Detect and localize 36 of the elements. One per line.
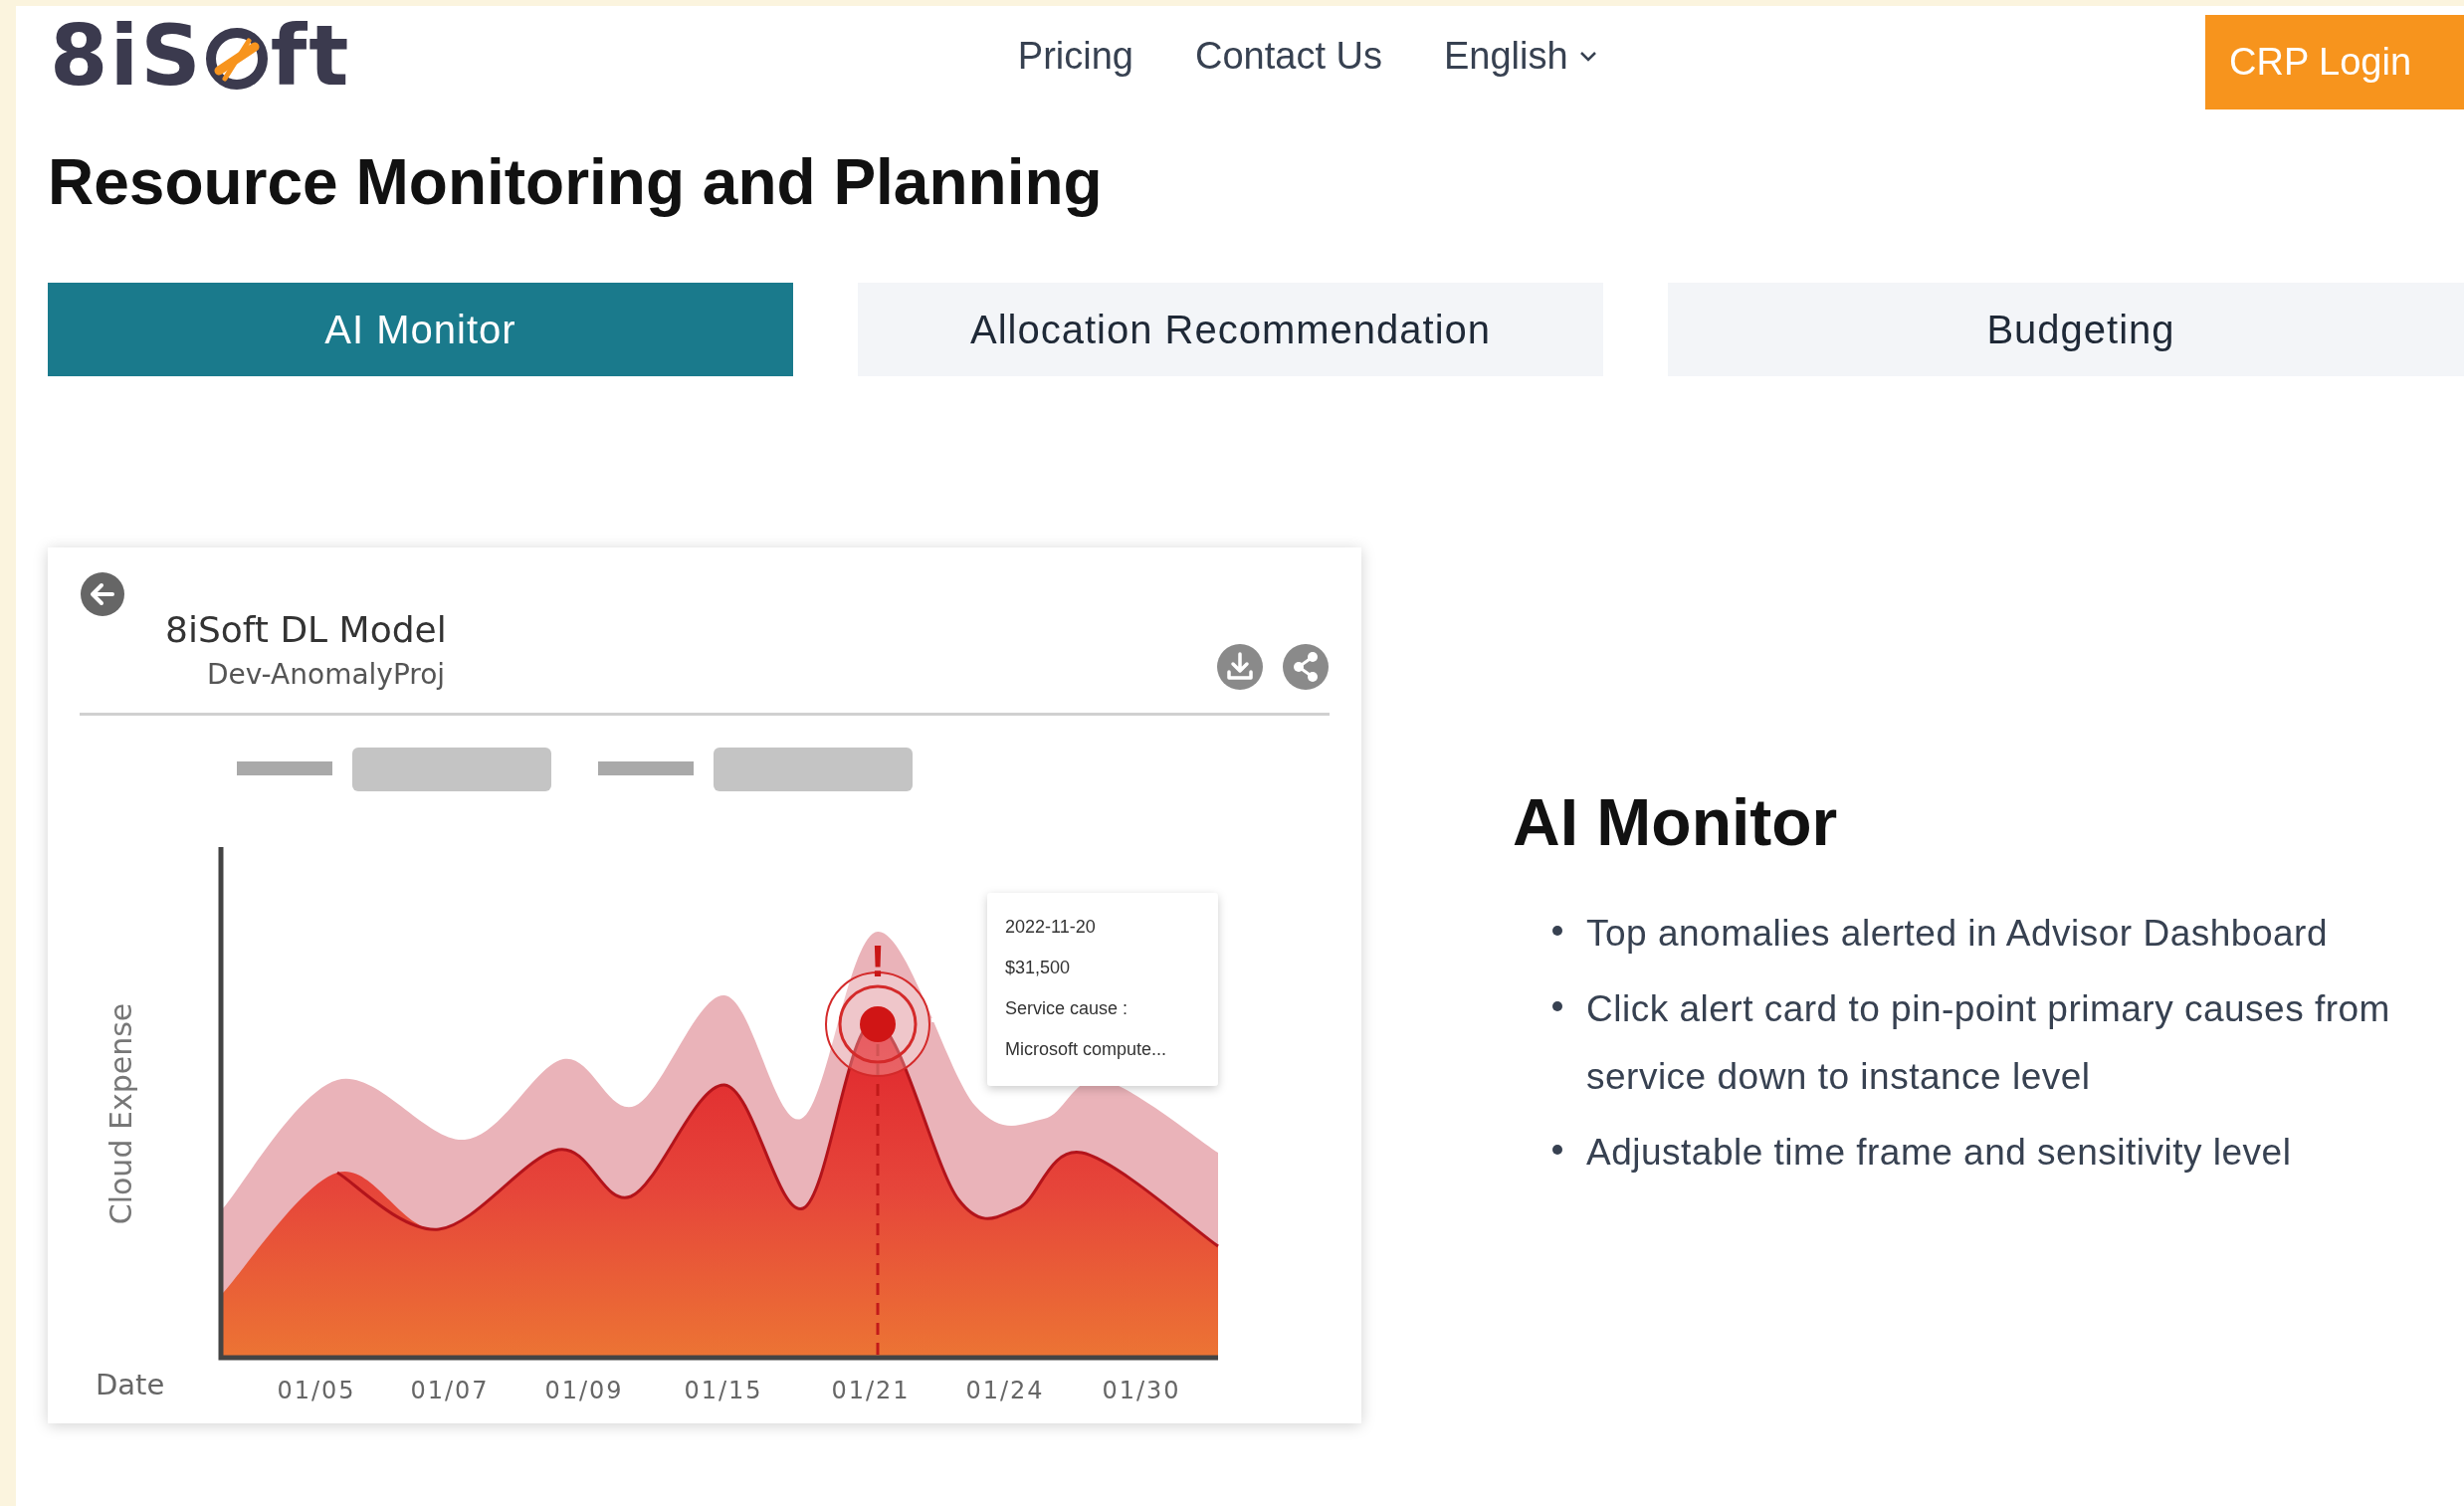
tooltip-text: Service cause : bbox=[1005, 998, 1129, 1018]
tab[interactable]: AI Monitor bbox=[48, 283, 793, 376]
y-axis-label: Cloud Expense bbox=[103, 1002, 138, 1225]
tab[interactable]: Budgeting bbox=[1668, 283, 2464, 376]
feature-point: Top anomalies alerted in Advisor Dashboard bbox=[1586, 912, 2328, 956]
x-axis-tick-label: 01/05 bbox=[277, 1377, 356, 1404]
nav-link[interactable]: Pricing bbox=[1017, 34, 1133, 78]
tooltip-text: $31,500 bbox=[1005, 958, 1071, 977]
feature-point: Adjustable time frame and sensitivity level bbox=[1586, 1131, 2292, 1175]
model-title: 8iSoft DL Model bbox=[165, 609, 447, 650]
logo-text[interactable]: ft bbox=[270, 7, 351, 105]
x-axis-tick-label: 01/15 bbox=[684, 1377, 763, 1404]
tooltip-text: 2022-11-20 bbox=[1005, 917, 1096, 937]
x-axis-tick-label: 01/30 bbox=[1102, 1377, 1181, 1404]
x-axis-label: Date bbox=[96, 1368, 165, 1401]
bullet-icon bbox=[1552, 1145, 1562, 1155]
bullet-icon bbox=[1552, 926, 1562, 936]
feature-heading: AI Monitor bbox=[1513, 784, 1839, 860]
x-axis-tick-label: 01/09 bbox=[544, 1377, 624, 1404]
download-icon[interactable] bbox=[1216, 643, 1264, 691]
x-axis-tick-label: 01/21 bbox=[831, 1377, 911, 1404]
x-axis-tick-label: 01/24 bbox=[965, 1377, 1045, 1404]
logo-icon[interactable] bbox=[204, 27, 269, 91]
feature-point: Click alert card to pin-point primary causes from service down to instance level bbox=[1586, 987, 2391, 1099]
back-icon[interactable] bbox=[80, 571, 125, 617]
project-name: Dev-AnomalyProj bbox=[207, 658, 447, 691]
tooltip-text: Microsoft compute... bbox=[1005, 1039, 1167, 1059]
bullet-icon bbox=[1552, 1001, 1562, 1011]
share-icon[interactable] bbox=[1282, 643, 1330, 691]
nav-link[interactable]: Contact Us bbox=[1195, 34, 1382, 78]
language-dropdown[interactable]: English bbox=[1443, 34, 1598, 78]
logo-text[interactable]: 8iS bbox=[50, 7, 203, 105]
tab[interactable]: Allocation Recommendation bbox=[858, 283, 1603, 376]
caret-icon bbox=[1577, 49, 1598, 63]
x-axis-tick-label: 01/07 bbox=[410, 1377, 490, 1404]
page-title: Resource Monitoring and Planning bbox=[48, 145, 1104, 219]
